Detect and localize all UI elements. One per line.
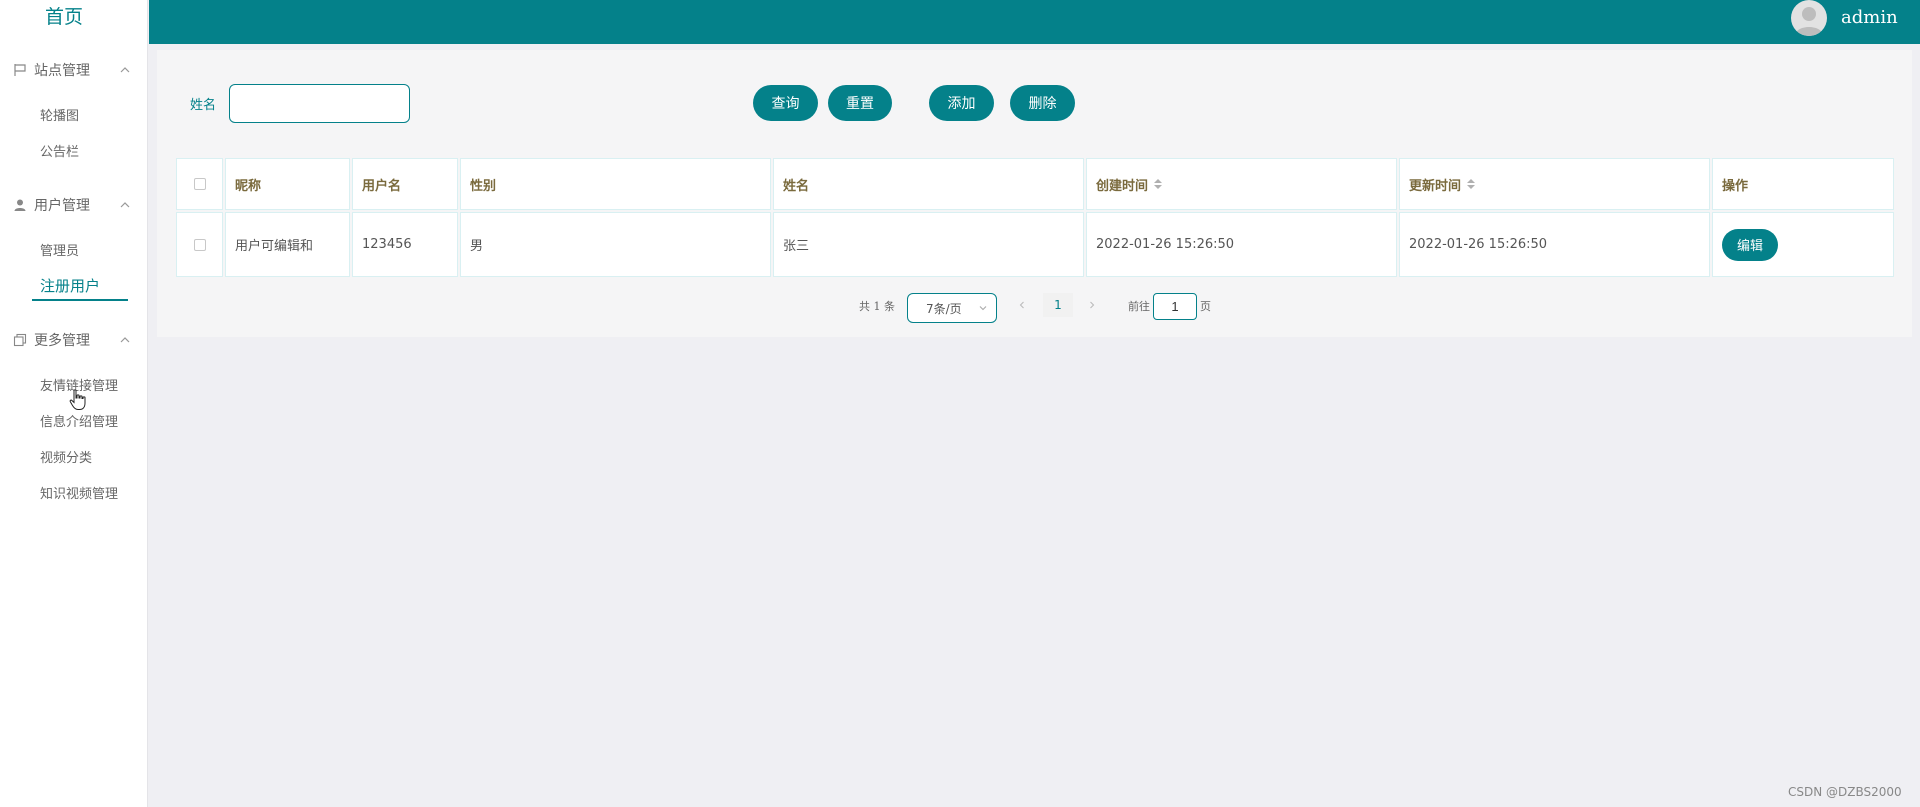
edit-button[interactable]: 编辑 bbox=[1722, 228, 1778, 261]
row-checkbox[interactable] bbox=[193, 238, 206, 251]
menu-group-label: 站点管理 bbox=[34, 63, 90, 79]
cell-nickname: 用户可编辑和 bbox=[225, 212, 350, 277]
query-button[interactable]: 查询 bbox=[753, 85, 818, 121]
copy-icon bbox=[12, 332, 28, 348]
reset-button[interactable]: 重置 bbox=[828, 85, 892, 121]
select-all-checkbox[interactable] bbox=[193, 178, 206, 190]
select-all-cell bbox=[176, 158, 223, 210]
delete-button[interactable]: 删除 bbox=[1010, 85, 1075, 121]
row-select-cell bbox=[176, 212, 223, 277]
menu-group-more-management[interactable]: 更多管理 bbox=[0, 325, 148, 355]
page-size-select[interactable]: 7条/页 bbox=[907, 293, 997, 323]
menu-group-user-management[interactable]: 用户管理 bbox=[0, 190, 148, 220]
menu-group-site-management[interactable]: 站点管理 bbox=[0, 55, 148, 85]
cell-username: 123456 bbox=[352, 212, 458, 277]
active-item-underline bbox=[32, 299, 128, 301]
users-table: 昵称 用户名 性别 姓名 创建时间 更新时间 操作 用户可编辑和 123456 … bbox=[176, 158, 1894, 277]
sort-icon[interactable] bbox=[1154, 179, 1163, 189]
chevron-down-icon bbox=[979, 306, 987, 311]
user-avatar-icon bbox=[1795, 7, 1823, 36]
column-header-created[interactable]: 创建时间 bbox=[1086, 158, 1397, 210]
column-header-name: 姓名 bbox=[773, 158, 1084, 210]
sidebar-item-administrators[interactable]: 管理员 bbox=[40, 240, 79, 259]
cell-gender: 男 bbox=[460, 212, 771, 277]
column-header-nickname: 昵称 bbox=[225, 158, 350, 210]
prev-page-button[interactable] bbox=[1011, 293, 1033, 317]
next-page-button[interactable] bbox=[1081, 293, 1103, 317]
cell-updated: 2022-01-26 15:26:50 bbox=[1399, 212, 1710, 277]
menu-group-label: 用户管理 bbox=[34, 198, 90, 214]
chevron-up-icon bbox=[120, 67, 130, 73]
sidebar-item-info-intro[interactable]: 信息介绍管理 bbox=[40, 411, 118, 430]
add-button[interactable]: 添加 bbox=[929, 85, 994, 121]
top-header bbox=[149, 0, 1920, 44]
goto-page-input[interactable] bbox=[1153, 293, 1197, 320]
home-link[interactable]: 首页 bbox=[0, 0, 128, 34]
search-name-input[interactable] bbox=[229, 84, 410, 123]
user-name[interactable]: admin bbox=[1841, 7, 1898, 28]
page-number-1[interactable]: 1 bbox=[1043, 293, 1073, 317]
column-header-created-label: 创建时间 bbox=[1096, 178, 1149, 194]
cell-created: 2022-01-26 15:26:50 bbox=[1086, 212, 1397, 277]
menu-group-label: 更多管理 bbox=[34, 333, 90, 349]
sort-icon[interactable] bbox=[1467, 179, 1476, 189]
sidebar-item-carousel[interactable]: 轮播图 bbox=[40, 105, 79, 124]
column-header-updated-label: 更新时间 bbox=[1409, 178, 1462, 194]
watermark: CSDN @DZBS2000 bbox=[1788, 785, 1902, 799]
chevron-up-icon bbox=[120, 202, 130, 208]
avatar[interactable] bbox=[1791, 0, 1827, 36]
cell-actions: 编辑 bbox=[1712, 212, 1894, 277]
pagination-total: 共 1 条 bbox=[859, 300, 895, 313]
hand-cursor-icon bbox=[69, 389, 86, 410]
sidebar-item-video-category[interactable]: 视频分类 bbox=[40, 447, 92, 466]
chevron-right-icon bbox=[1090, 301, 1095, 309]
sidebar-item-notice-board[interactable]: 公告栏 bbox=[40, 141, 79, 160]
search-name-label: 姓名 bbox=[190, 98, 217, 113]
sidebar-item-knowledge-video[interactable]: 知识视频管理 bbox=[40, 483, 118, 502]
goto-label: 前往 bbox=[1128, 300, 1150, 313]
column-header-actions: 操作 bbox=[1712, 158, 1894, 210]
column-header-updated[interactable]: 更新时间 bbox=[1399, 158, 1710, 210]
column-header-gender: 性别 bbox=[460, 158, 771, 210]
page-size-value: 7条/页 bbox=[926, 301, 962, 316]
page-unit-label: 页 bbox=[1200, 300, 1211, 313]
sidebar-item-registered-users[interactable]: 注册用户 bbox=[40, 275, 100, 296]
flag-icon bbox=[12, 62, 28, 78]
chevron-up-icon bbox=[120, 337, 130, 343]
cell-name: 张三 bbox=[773, 212, 1084, 277]
user-icon bbox=[12, 197, 28, 213]
chevron-left-icon bbox=[1019, 301, 1024, 309]
column-header-username: 用户名 bbox=[352, 158, 458, 210]
